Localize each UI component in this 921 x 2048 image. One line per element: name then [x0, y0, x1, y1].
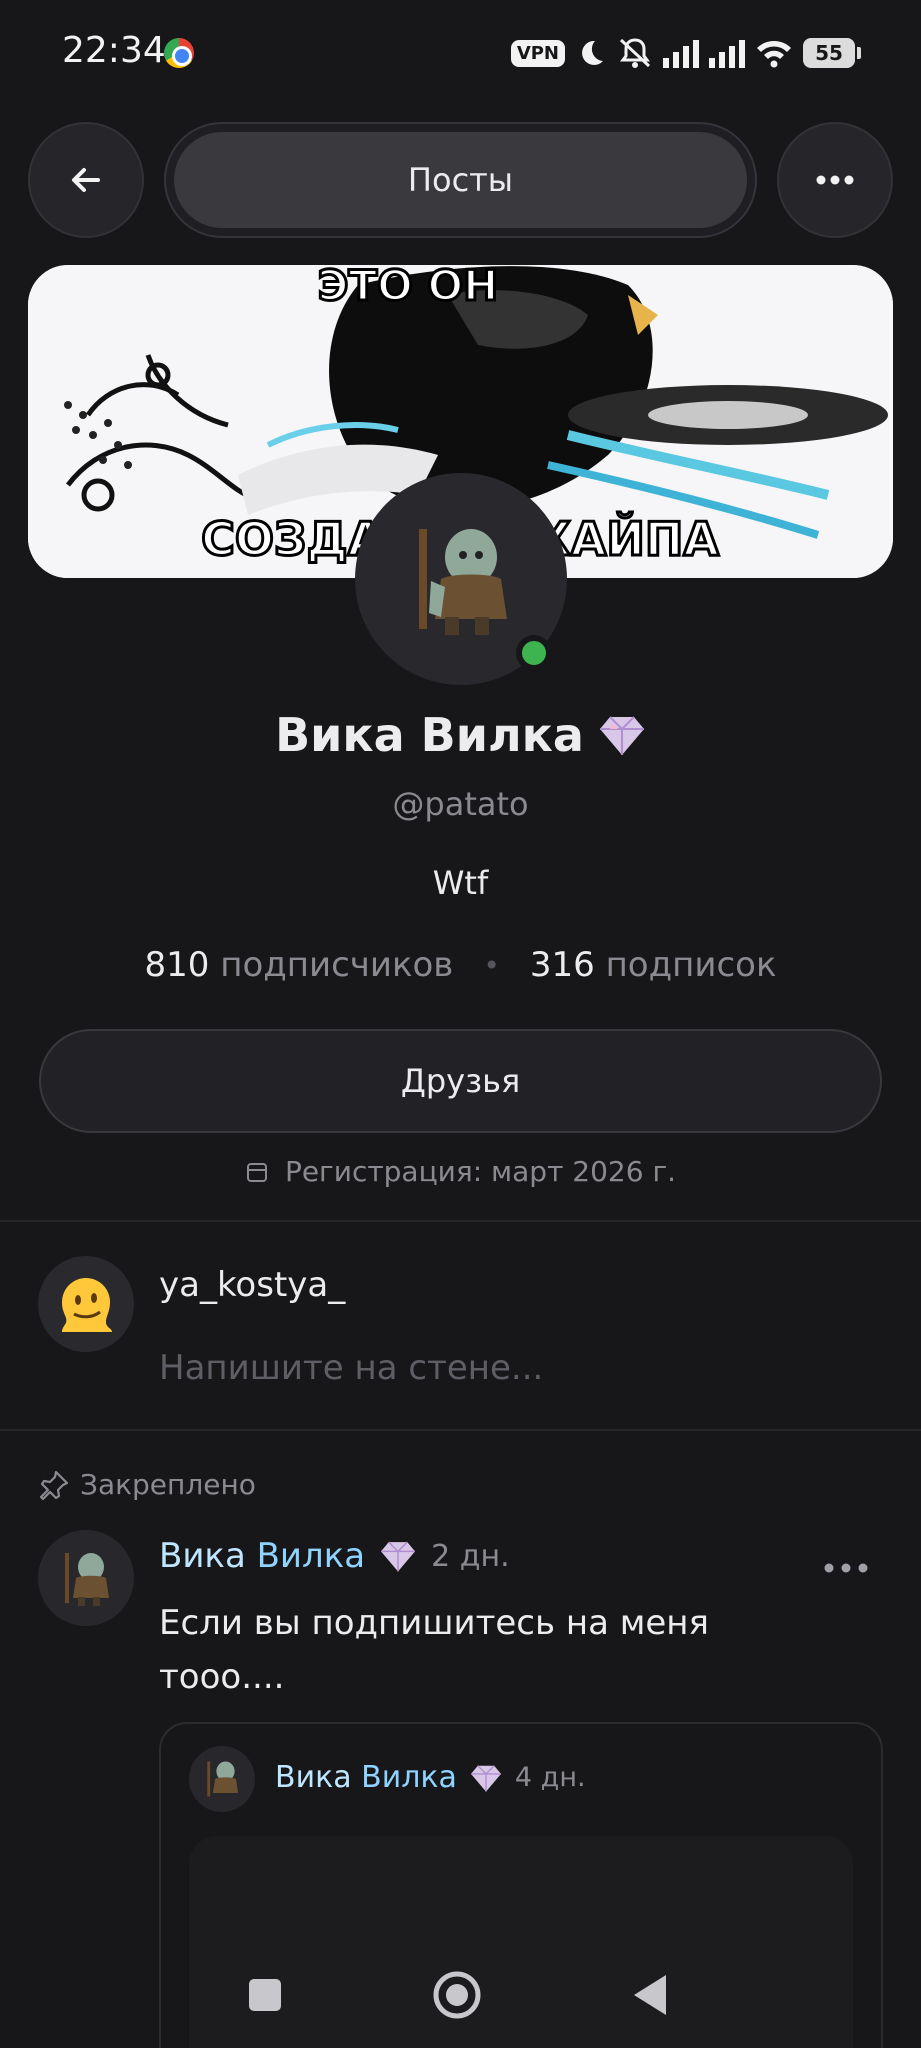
post-text: Если вы подпишитесь на меня тооо....: [159, 1603, 709, 1697]
more-horizontal-icon: [824, 1563, 868, 1573]
arrow-left-icon: [72, 168, 100, 192]
post-more-button[interactable]: [818, 1548, 874, 1588]
banner-top-text: ЭТО ОН: [318, 265, 499, 310]
calendar-icon: [246, 1162, 267, 1182]
troll-avatar-image: [207, 1761, 239, 1797]
post-author-name[interactable]: Вика Вилка: [159, 1536, 365, 1576]
profile-name: Вика Вилка: [275, 708, 584, 762]
triangle-back-icon: [634, 1975, 666, 2015]
following-label: подписок: [605, 945, 777, 985]
melting-face-emoji-icon: [62, 1278, 112, 1332]
home-button[interactable]: [422, 1960, 492, 2030]
back-button[interactable]: [28, 122, 144, 238]
post-author-last: Вилка: [256, 1536, 366, 1576]
tab-posts[interactable]: Посты: [174, 132, 747, 228]
diamond-badge-icon: [470, 1764, 501, 1792]
divider: [0, 1429, 921, 1431]
repost-author-avatar[interactable]: [189, 1746, 255, 1812]
registration-info: Регистрация: март 2026 г.: [0, 1155, 921, 1188]
moon-icon: [582, 40, 603, 65]
signal-icon: [663, 38, 699, 68]
profile-stats: 810 подписчиков • 316 подписок: [0, 945, 921, 985]
recents-button[interactable]: [230, 1960, 300, 2030]
profile-handle: @patato: [392, 785, 529, 823]
pinned-indicator: Закреплено: [38, 1468, 256, 1501]
troll-avatar-image: [419, 529, 507, 635]
wifi-icon: [757, 40, 791, 68]
profile-screen: 22:34 VPN 55 Посты ЭТО ОН СОЗДАТЕЛЬ ХАЙП…: [0, 0, 921, 2048]
diamond-badge-icon: [381, 1541, 416, 1572]
followers-label: подписчиков: [220, 945, 454, 985]
following-count: 316: [529, 945, 595, 985]
mute-icon: [619, 38, 651, 68]
followers-count: 810: [144, 945, 210, 985]
registration-text: Регистрация: март 2026 г.: [284, 1155, 677, 1188]
status-icons: VPN 55: [510, 34, 861, 72]
diamond-badge-icon: [599, 716, 644, 755]
composer-avatar: [38, 1256, 134, 1352]
battery-icon: 55: [803, 38, 861, 68]
signal-icon: [709, 38, 745, 68]
post-author-first: Вика: [159, 1536, 246, 1576]
followers-stat[interactable]: 810 подписчиков: [145, 945, 454, 985]
more-horizontal-icon: [816, 175, 854, 185]
vpn-icon: VPN: [510, 39, 565, 67]
repost-author-name[interactable]: Вика Вилка: [275, 1760, 457, 1795]
following-stat[interactable]: 316 подписок: [530, 945, 777, 985]
profile-name-row: Вика Вилка: [0, 708, 921, 762]
tab-switcher: Посты: [164, 122, 757, 238]
online-status-dot: [516, 635, 552, 671]
stats-separator: •: [483, 948, 500, 982]
repost-author-first: Вика: [275, 1760, 352, 1795]
system-nav-bar: [0, 1940, 921, 2048]
circle-home-icon: [433, 1971, 481, 2019]
back-nav-button[interactable]: [616, 1960, 686, 2030]
wall-post-input[interactable]: Напишите на стене...: [159, 1348, 543, 1388]
post-header: Вика Вилка 2 дн.: [159, 1536, 510, 1576]
divider: [0, 1220, 921, 1222]
pinned-label: Закреплено: [80, 1468, 256, 1501]
pin-icon: [39, 1470, 69, 1500]
composer-username: ya_kostya_: [159, 1265, 346, 1305]
square-icon: [249, 1979, 281, 2011]
repost-author-last: Вилка: [361, 1760, 457, 1795]
top-navigation: Посты: [28, 122, 893, 238]
chrome-icon: [164, 38, 194, 68]
repost-time: 4 дн.: [514, 1762, 586, 1793]
friends-button[interactable]: Друзья: [39, 1029, 882, 1133]
troll-avatar-image: [65, 1553, 109, 1606]
more-options-button[interactable]: [777, 122, 893, 238]
repost-header: Вика Вилка 4 дн.: [275, 1760, 586, 1795]
status-time: 22:34: [62, 30, 166, 71]
post-author-avatar[interactable]: [38, 1530, 134, 1626]
post-time: 2 дн.: [431, 1538, 510, 1574]
profile-bio: Wtf: [432, 864, 489, 902]
status-bar: 22:34 VPN 55: [0, 0, 921, 105]
